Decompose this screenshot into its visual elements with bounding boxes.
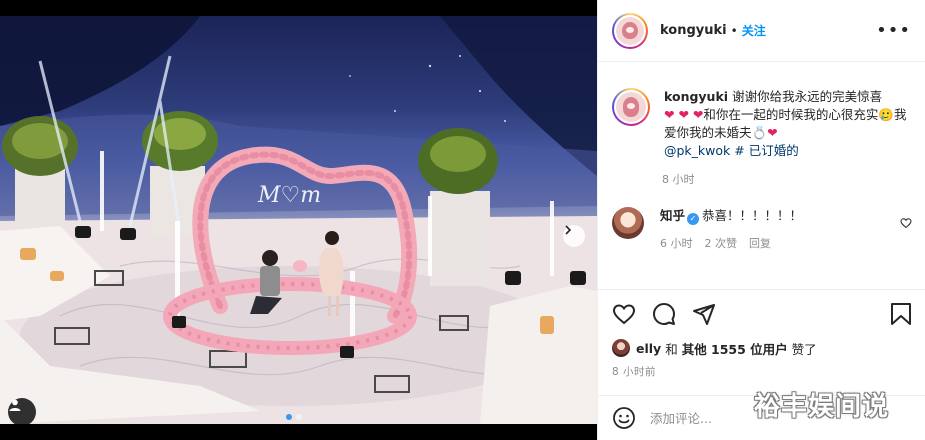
caption-heart-end: ❤ bbox=[767, 125, 778, 140]
heart-icon bbox=[612, 304, 636, 325]
caption-mention-link[interactable]: @pk_kwok bbox=[664, 143, 730, 158]
caption-emoji-ring: 💍 bbox=[751, 125, 768, 140]
post-header: kongyuki • 关注 ••• bbox=[598, 0, 925, 62]
carousel-indicator bbox=[286, 414, 302, 420]
chevron-right-icon bbox=[565, 225, 572, 235]
watermark-text: 裕丰娱间说 bbox=[754, 392, 890, 422]
liker-avatar[interactable] bbox=[612, 339, 630, 357]
comments-area: kongyuki 谢谢你给我永远的完美惊喜 ❤ ❤ ❤和你在一起的时候我的心很充实… bbox=[598, 63, 925, 289]
user-tag-icon bbox=[9, 399, 21, 411]
comment-meta: 6 小时 2 次赞 回复 bbox=[660, 235, 894, 251]
share-icon bbox=[693, 304, 715, 325]
svg-text:M♡m: M♡m bbox=[257, 183, 321, 208]
comment-button[interactable] bbox=[652, 302, 676, 326]
comment-reply-button[interactable]: 回复 bbox=[749, 235, 771, 251]
caption-hashtag-link[interactable]: # 已订婚的 bbox=[734, 143, 798, 158]
likes-joiner: 和 bbox=[665, 341, 678, 357]
action-bar bbox=[612, 290, 912, 338]
share-button[interactable] bbox=[692, 302, 716, 326]
comment-like-button[interactable] bbox=[900, 217, 912, 232]
bookmark-icon bbox=[891, 303, 911, 325]
comment-text: 恭喜！！！！！！ bbox=[702, 208, 803, 223]
emoji-icon bbox=[613, 407, 635, 429]
carousel-next-button[interactable] bbox=[563, 225, 585, 247]
like-button[interactable] bbox=[612, 302, 636, 326]
more-options-icon[interactable]: ••• bbox=[876, 21, 911, 40]
liker-username[interactable]: elly bbox=[636, 341, 661, 356]
author-avatar-image bbox=[616, 16, 644, 45]
caption-timestamp[interactable]: 8 小时 bbox=[662, 171, 912, 187]
carousel-dot bbox=[296, 414, 302, 420]
post-details-panel: kongyuki • 关注 ••• kongyuki 谢谢你给我永远的完美惊喜 ❤… bbox=[597, 0, 925, 440]
comment-time[interactable]: 6 小时 bbox=[660, 235, 693, 251]
likes-others-link[interactable]: 其他 1555 位用户 bbox=[682, 339, 788, 358]
caption-avatar-image bbox=[616, 92, 646, 122]
commenter-username[interactable]: 知乎 bbox=[660, 208, 685, 223]
comment-icon bbox=[653, 303, 675, 325]
caption-emoji-face: 🥲 bbox=[878, 107, 894, 122]
follow-button[interactable]: 关注 bbox=[742, 22, 766, 39]
comment-input[interactable] bbox=[650, 410, 770, 426]
emoji-picker-button[interactable] bbox=[612, 406, 636, 430]
caption-text-part-2: 和你在一起的时候我的心很充实 bbox=[703, 107, 879, 122]
heart-outline-icon bbox=[900, 218, 912, 229]
post-actions: elly 和 其他 1555 位用户 赞了 8 小时前 bbox=[598, 289, 925, 379]
likes-suffix: 赞了 bbox=[791, 341, 817, 357]
verified-badge-icon: ✓ bbox=[687, 213, 700, 225]
carousel-dot-active bbox=[286, 414, 292, 420]
caption-avatar[interactable] bbox=[612, 88, 650, 126]
save-button[interactable] bbox=[890, 302, 912, 326]
comment-body: 知乎 ✓ 恭喜！！！！！！ 6 小时 2 次赞 回复 bbox=[660, 207, 894, 251]
instagram-post-view: M♡m kongyuki • 关注 ••• kongyuki 谢谢你给我永远的完… bbox=[0, 0, 925, 440]
caption-avatar-ring bbox=[614, 90, 648, 124]
tagged-users-button[interactable] bbox=[8, 398, 36, 424]
post-caption: kongyuki 谢谢你给我永远的完美惊喜 ❤ ❤ ❤和你在一起的时候我的心很充实… bbox=[612, 88, 912, 160]
likes-summary: elly 和 其他 1555 位用户 赞了 bbox=[612, 338, 912, 358]
author-avatar[interactable] bbox=[612, 12, 648, 49]
post-photo[interactable]: M♡m bbox=[0, 16, 597, 424]
caption-text: kongyuki 谢谢你给我永远的完美惊喜 ❤ ❤ ❤和你在一起的时候我的心很充实… bbox=[664, 88, 910, 160]
author-avatar-ring bbox=[614, 14, 646, 47]
comment-like-count[interactable]: 2 次赞 bbox=[705, 235, 738, 251]
comment-line: 知乎 ✓ 恭喜！！！！！！ bbox=[660, 207, 894, 225]
post-timestamp[interactable]: 8 小时前 bbox=[612, 364, 912, 379]
caption-text-part-1: 谢谢你给我永远的完美惊喜 bbox=[732, 89, 883, 104]
proposal-scene-illustration: M♡m bbox=[0, 16, 597, 424]
commenter-avatar[interactable] bbox=[612, 207, 644, 239]
header-separator: • bbox=[730, 23, 738, 38]
author-username[interactable]: kongyuki bbox=[660, 23, 727, 38]
caption-hearts: ❤ ❤ ❤ bbox=[664, 107, 704, 122]
caption-username[interactable]: kongyuki bbox=[664, 89, 728, 104]
comment-item: 知乎 ✓ 恭喜！！！！！！ 6 小时 2 次赞 回复 bbox=[612, 207, 912, 251]
